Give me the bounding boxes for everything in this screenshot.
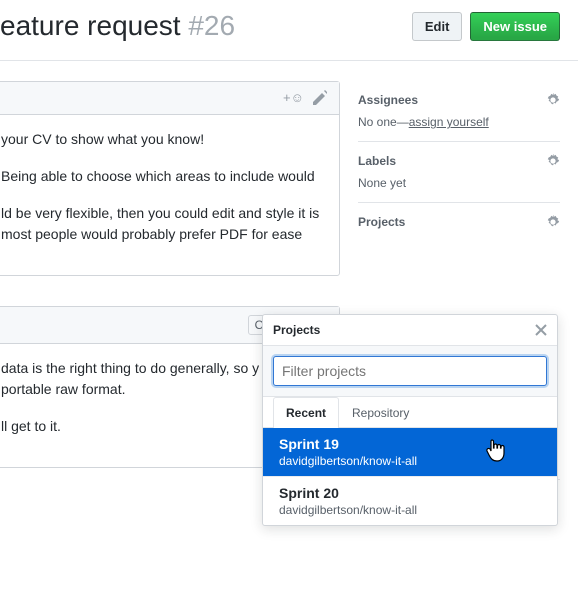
project-item-title: Sprint 19 [279, 436, 541, 452]
sidebar-value: No one—assign yourself [358, 115, 560, 129]
issue-number: #26 [188, 10, 235, 41]
issue-title-text: eature request [0, 10, 181, 41]
gear-icon[interactable] [546, 93, 560, 107]
project-item-sprint-20[interactable]: Sprint 20 davidgilbertson/know-it-all [263, 477, 557, 525]
project-item-title: Sprint 20 [279, 485, 541, 501]
tab-repository[interactable]: Repository [339, 397, 422, 428]
sidebar-assignees: Assignees No one—assign yourself [358, 81, 560, 142]
projects-popover: Projects Recent Repository Sprint 19 dav… [262, 314, 558, 526]
comment-text: ld be very flexible, then you could edit… [1, 203, 325, 245]
filter-projects-input[interactable] [273, 356, 547, 386]
assignees-none-text: No one— [358, 115, 409, 129]
sidebar-label: Projects [358, 215, 405, 229]
edit-button[interactable]: Edit [412, 12, 463, 41]
header-divider [0, 60, 578, 61]
gear-icon[interactable] [546, 154, 560, 168]
gear-icon[interactable] [546, 215, 560, 229]
sidebar-projects: Projects [358, 203, 560, 249]
sidebar-label: Assignees [358, 93, 418, 107]
issue-title: eature request #26 [0, 10, 412, 42]
add-reaction-icon[interactable]: +☺ [283, 90, 305, 106]
popover-title: Projects [273, 323, 320, 337]
sidebar-value: None yet [358, 176, 560, 190]
assign-yourself-link[interactable]: assign yourself [409, 115, 489, 129]
popover-tabs: Recent Repository [263, 397, 557, 428]
project-item-sprint-19[interactable]: Sprint 19 davidgilbertson/know-it-all [263, 428, 557, 477]
close-icon[interactable] [535, 324, 547, 336]
project-item-sub: davidgilbertson/know-it-all [279, 503, 541, 517]
popover-header: Projects [263, 315, 557, 346]
svg-text:+☺: +☺ [283, 90, 304, 105]
pencil-icon[interactable] [313, 90, 327, 106]
tab-recent[interactable]: Recent [273, 397, 339, 428]
comment-text: your CV to show what you know! [1, 129, 325, 150]
comment-toolbar: +☺ [0, 82, 339, 115]
new-issue-button[interactable]: New issue [470, 12, 560, 41]
comment-box: +☺ your CV to show what you know! Being … [0, 81, 340, 276]
comment-body: your CV to show what you know! Being abl… [0, 115, 339, 275]
sidebar-labels: Labels None yet [358, 142, 560, 203]
sidebar-label: Labels [358, 154, 396, 168]
comment-text: Being able to choose which areas to incl… [1, 166, 325, 187]
issue-header: eature request #26 Edit New issue [0, 0, 578, 52]
project-item-sub: davidgilbertson/know-it-all [279, 454, 541, 468]
